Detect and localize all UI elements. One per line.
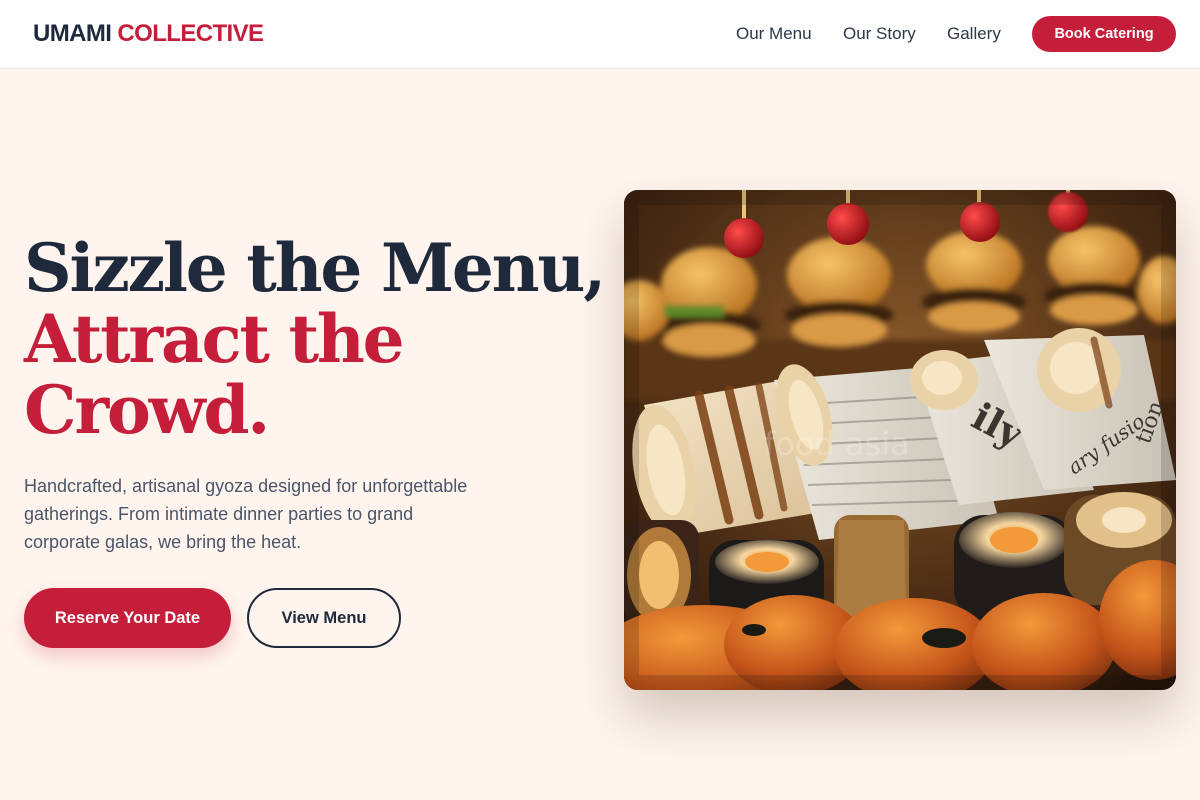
- nav-our-story[interactable]: Our Story: [843, 22, 916, 46]
- view-menu-button[interactable]: View Menu: [247, 588, 401, 648]
- headline-line-2: Attract the: [24, 300, 405, 378]
- book-catering-button[interactable]: Book Catering: [1032, 16, 1176, 52]
- hero-headline: Sizzle the Menu, Attract the Crowd.: [24, 229, 606, 449]
- nav-gallery[interactable]: Gallery: [947, 22, 1001, 46]
- hero-food-image: ily ary fusio tion food asia: [624, 190, 1176, 690]
- main-nav: Our Menu Our Story Gallery: [0, 22, 1200, 46]
- hero-subtitle: Handcrafted, artisanal gyoza designed fo…: [24, 476, 468, 552]
- headline-line-3: Crowd.: [24, 371, 270, 449]
- food-platter-illustration: ily ary fusio tion food asia: [624, 190, 1176, 690]
- image-watermark: food asia: [764, 425, 910, 463]
- site-header: UMAMI COLLECTIVE Our Menu Our Story Gall…: [0, 0, 1200, 69]
- reserve-date-button[interactable]: Reserve Your Date: [24, 588, 231, 648]
- nav-our-menu[interactable]: Our Menu: [736, 22, 812, 46]
- headline-line-1: Sizzle the Menu,: [24, 229, 606, 307]
